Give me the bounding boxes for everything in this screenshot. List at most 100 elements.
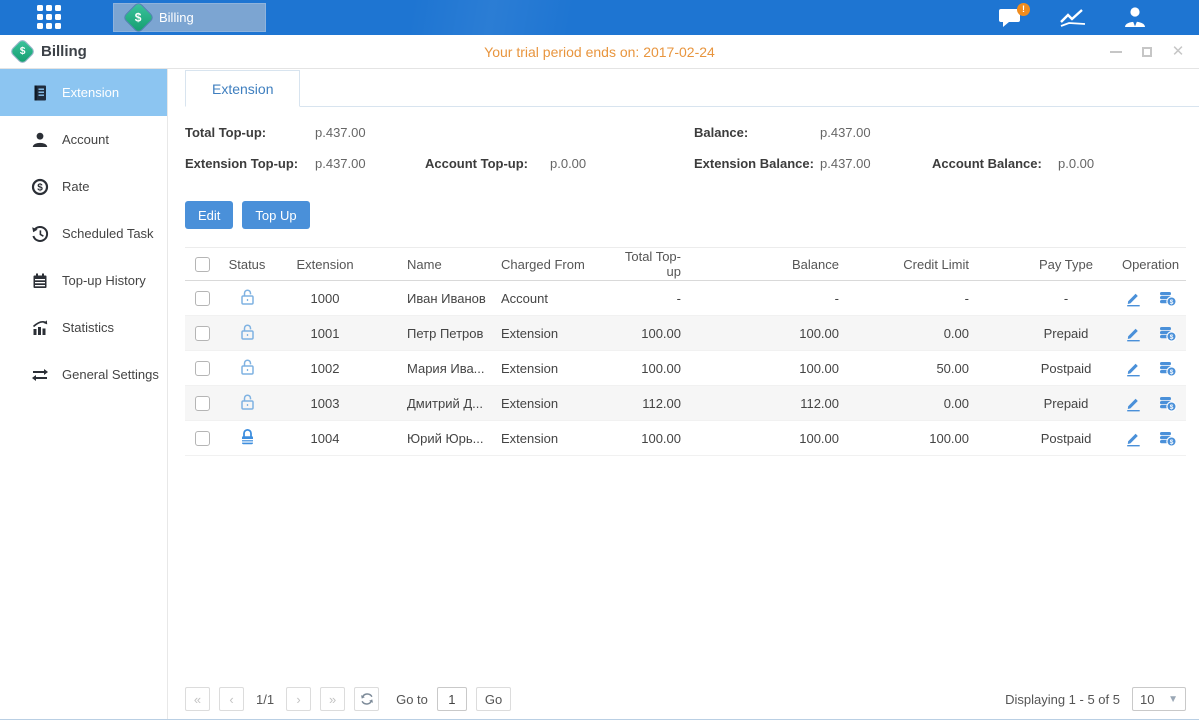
table-row[interactable]: 1002 Мария Ива... Extension 100.00 100.0… xyxy=(185,351,1186,386)
total-topup-cell: 100.00 xyxy=(621,316,753,351)
topbar: $ Billing ! xyxy=(0,0,1199,35)
window-controls: ✕ xyxy=(1109,35,1185,69)
row-checkbox[interactable] xyxy=(195,396,210,411)
total-topup-value: p.437.00 xyxy=(315,125,366,140)
top-up-row-icon[interactable]: $ xyxy=(1158,430,1177,447)
column-header-operation: Operation xyxy=(1115,248,1186,281)
billing-app-icon: $ xyxy=(124,3,154,33)
column-header-pay-type: Pay Type xyxy=(1017,248,1115,281)
table-row[interactable]: 1000 Иван Иванов Account - - - - $ xyxy=(185,281,1186,316)
sidebar-item-label: Scheduled Task xyxy=(62,226,154,241)
extension-cell: 1004 xyxy=(275,421,375,456)
trial-notice: Your trial period ends on: 2017-02-24 xyxy=(0,44,1199,60)
credit-limit-cell: 0.00 xyxy=(895,316,1017,351)
tab-strip: Extension xyxy=(185,69,1199,107)
tab-extension[interactable]: Extension xyxy=(185,70,300,107)
sidebar-item-statistics[interactable]: Statistics xyxy=(0,304,167,351)
balance-cell: 112.00 xyxy=(753,386,895,421)
balance-value: p.437.00 xyxy=(820,125,871,140)
resource-monitor-icon[interactable] xyxy=(1057,5,1089,31)
calendar-icon xyxy=(30,271,49,290)
select-all-checkbox[interactable] xyxy=(195,257,210,272)
edit-row-icon[interactable] xyxy=(1125,395,1142,412)
top-up-row-icon[interactable]: $ xyxy=(1158,360,1177,377)
top-up-row-icon[interactable]: $ xyxy=(1158,395,1177,412)
page-indicator: 1/1 xyxy=(256,692,274,707)
window-header: $ Billing Your trial period ends on: 201… xyxy=(0,35,1199,69)
sidebar-item-extension[interactable]: Extension xyxy=(0,69,167,116)
operation-cell: $ xyxy=(1115,351,1186,386)
row-checkbox[interactable] xyxy=(195,291,210,306)
close-icon[interactable]: ✕ xyxy=(1171,45,1185,59)
operation-cell: $ xyxy=(1115,386,1186,421)
sidebar-item-label: Statistics xyxy=(62,320,114,335)
unlocked-icon xyxy=(239,364,256,379)
extension-cell: 1001 xyxy=(275,316,375,351)
sidebar-item-topup-history[interactable]: Top-up History xyxy=(0,257,167,304)
name-cell: Юрий Юрь... xyxy=(375,421,493,456)
credit-limit-cell: 100.00 xyxy=(895,421,1017,456)
go-button[interactable]: Go xyxy=(476,687,511,711)
minimize-icon[interactable] xyxy=(1109,45,1123,59)
table-row[interactable]: 1001 Петр Петров Extension 100.00 100.00… xyxy=(185,316,1186,351)
clock-history-icon xyxy=(30,224,49,243)
sidebar-item-general-settings[interactable]: General Settings xyxy=(0,351,167,398)
charged-from-cell: Extension xyxy=(493,351,621,386)
extension-topup-label: Extension Top-up: xyxy=(185,156,298,171)
sidebar-item-account[interactable]: Account xyxy=(0,116,167,163)
svg-text:$: $ xyxy=(1169,299,1173,306)
unlocked-icon xyxy=(239,294,256,309)
name-cell: Дмитрий Д... xyxy=(375,386,493,421)
last-page-icon[interactable]: » xyxy=(320,687,345,711)
first-page-icon[interactable]: « xyxy=(185,687,210,711)
row-checkbox[interactable] xyxy=(195,361,210,376)
status-cell xyxy=(219,421,275,456)
table-row[interactable]: 1004 Юрий Юрь... Extension 100.00 100.00… xyxy=(185,421,1186,456)
status-cell xyxy=(219,386,275,421)
charged-from-cell: Extension xyxy=(493,386,621,421)
sliders-icon xyxy=(30,365,49,384)
top-up-button[interactable]: Top Up xyxy=(242,201,309,229)
sidebar-item-rate[interactable]: $ Rate xyxy=(0,163,167,210)
charged-from-cell: Account xyxy=(493,281,621,316)
next-page-icon[interactable]: › xyxy=(286,687,311,711)
column-header-balance: Balance xyxy=(753,248,895,281)
pagination-controls: « ‹ 1/1 › » Go to Go xyxy=(185,687,511,711)
bar-chart-icon xyxy=(30,318,49,337)
edit-row-icon[interactable] xyxy=(1125,290,1142,307)
refresh-icon[interactable] xyxy=(354,687,379,711)
displaying-text: Displaying 1 - 5 of 5 xyxy=(1005,692,1120,707)
line-chart-icon xyxy=(1059,7,1087,29)
table-row[interactable]: 1003 Дмитрий Д... Extension 112.00 112.0… xyxy=(185,386,1186,421)
credit-limit-cell: 0.00 xyxy=(895,386,1017,421)
edit-row-icon[interactable] xyxy=(1125,430,1142,447)
edit-button[interactable]: Edit xyxy=(185,201,233,229)
sidebar-item-scheduled-task[interactable]: Scheduled Task xyxy=(0,210,167,257)
edit-row-icon[interactable] xyxy=(1125,360,1142,377)
extension-table: Status Extension Name Charged From Total… xyxy=(185,247,1186,456)
credit-limit-cell: - xyxy=(895,281,1017,316)
previous-page-icon[interactable]: ‹ xyxy=(219,687,244,711)
status-cell xyxy=(219,351,275,386)
edit-row-icon[interactable] xyxy=(1125,325,1142,342)
svg-text:$: $ xyxy=(1169,404,1173,411)
billing-app-window: $ Billing ! xyxy=(0,0,1199,720)
status-cell xyxy=(219,281,275,316)
top-up-row-icon[interactable]: $ xyxy=(1158,290,1177,307)
column-header-charged-from: Charged From xyxy=(493,248,621,281)
name-cell: Мария Ива... xyxy=(375,351,493,386)
top-up-row-icon[interactable]: $ xyxy=(1158,325,1177,342)
page-size-select[interactable]: 10 ▼ xyxy=(1132,687,1186,711)
billing-title-icon: $ xyxy=(10,39,34,63)
taskbar-billing-tab[interactable]: $ Billing xyxy=(113,3,266,32)
row-checkbox[interactable] xyxy=(195,431,210,446)
app-launcher-icon[interactable] xyxy=(37,5,71,31)
row-checkbox[interactable] xyxy=(195,326,210,341)
window-title: $ Billing xyxy=(14,43,87,60)
goto-page-input[interactable] xyxy=(437,687,467,711)
pay-type-cell: Postpaid xyxy=(1017,351,1115,386)
notifications-icon[interactable]: ! xyxy=(995,5,1027,31)
maximize-icon[interactable] xyxy=(1140,45,1154,59)
user-account-icon[interactable] xyxy=(1119,5,1151,31)
total-topup-cell: 100.00 xyxy=(621,351,753,386)
